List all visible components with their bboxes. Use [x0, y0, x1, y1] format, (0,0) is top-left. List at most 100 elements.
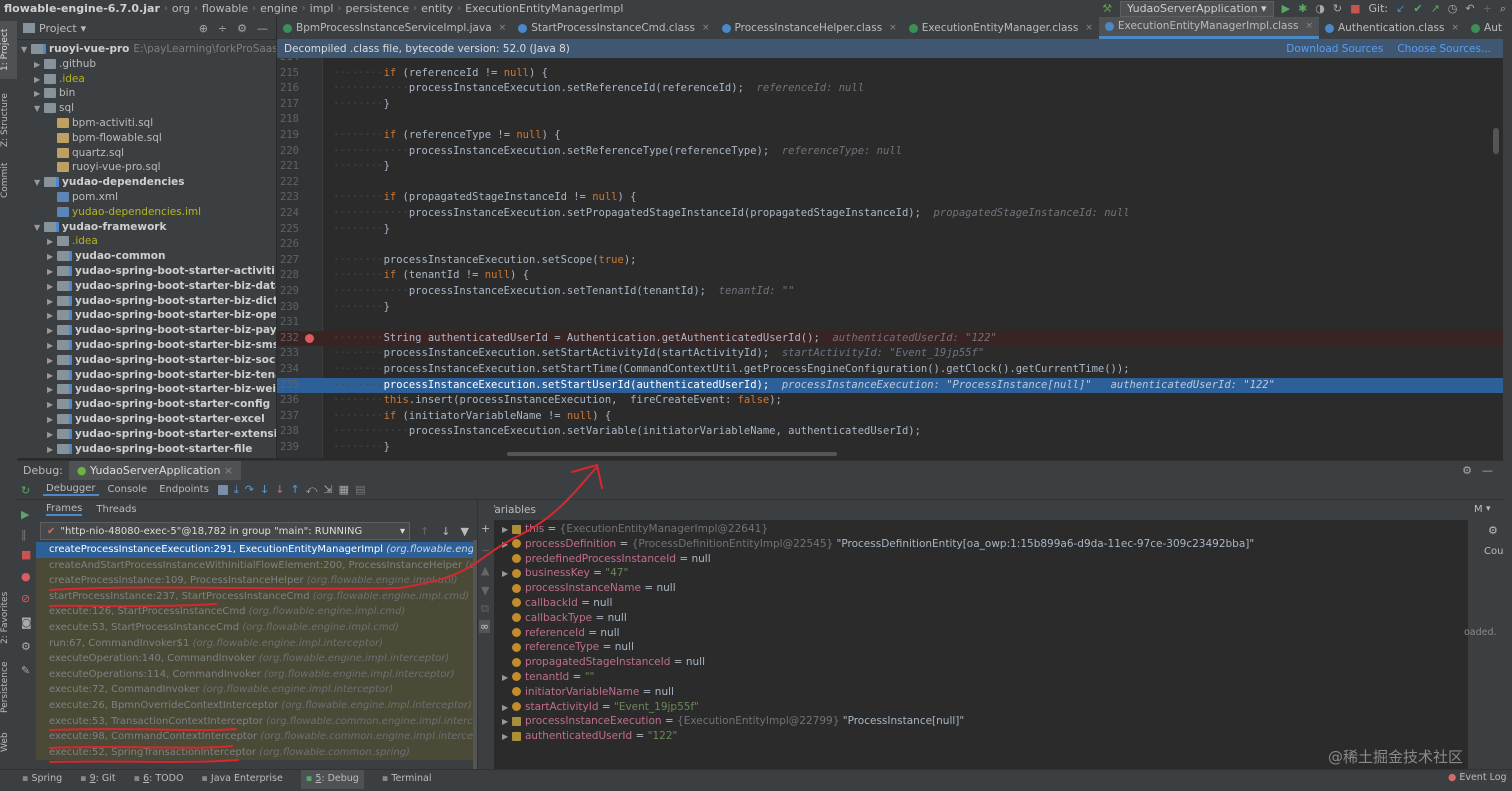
debug-session-tab[interactable]: ● YudaoServerApplication ×: [68, 461, 242, 480]
stack-frame[interactable]: execute:52, SpringTransactionInterceptor…: [36, 744, 477, 761]
code-editor[interactable]: 214 ···· 215 ········if (referenceId != nul…: [277, 58, 1503, 458]
bottom-tool-tab[interactable]: ▪ Java Enterprise: [201, 770, 282, 784]
settings-icon[interactable]: ⚙: [21, 640, 31, 653]
code-line[interactable]: 216 ············processInstanceExecution.…: [277, 81, 1503, 97]
variable-row[interactable]: propagatedStageInstanceId = null: [494, 655, 1468, 670]
expand-arrow-icon[interactable]: ▶: [47, 339, 57, 354]
code-line[interactable]: 238 ············processInstanceExecution.…: [277, 424, 1503, 440]
expand-arrow-icon[interactable]: ▶: [502, 671, 512, 686]
editor-tab[interactable]: StartProcessInstanceCmd.class ×: [512, 17, 715, 39]
project-tree-item[interactable]: ▶ bin: [17, 86, 276, 101]
project-tree-item[interactable]: ▶ yudao-spring-boot-starter-biz-data-perm…: [17, 279, 276, 294]
tab-threads[interactable]: Threads: [96, 504, 136, 515]
code-line[interactable]: 234 ········processInstanceExecution.setS…: [277, 362, 1503, 378]
project-tree-item[interactable]: ▶ .idea: [17, 72, 276, 87]
glasses-icon[interactable]: ∞: [479, 620, 491, 633]
editor-tab[interactable]: ExecutionEntityManager.class ×: [903, 17, 1099, 39]
expand-arrow-icon[interactable]: ▼: [34, 176, 44, 191]
expand-arrow-icon[interactable]: ▶: [47, 369, 57, 384]
code-line[interactable]: 221 ········}: [277, 159, 1503, 175]
stack-frame[interactable]: createProcessInstanceExecution:291, Exec…: [36, 542, 477, 558]
commit-tool-tab[interactable]: Commit: [0, 159, 17, 201]
code-line[interactable]: 214 ····: [277, 58, 1503, 66]
code-line[interactable]: 235 ········processInstanceExecution.setS…: [277, 377, 1503, 394]
run-icon[interactable]: ▶: [1282, 2, 1290, 15]
code-line[interactable]: 224 ············processInstanceExecution.…: [277, 206, 1503, 222]
stack-frame[interactable]: executeOperations:114, CommandInvoker (o…: [36, 666, 477, 683]
code-line[interactable]: 226: [277, 237, 1503, 253]
expand-arrow-icon[interactable]: ▶: [47, 443, 57, 458]
step-out-icon[interactable]: ↑: [290, 483, 299, 496]
project-tree-item[interactable]: bpm-flowable.sql: [17, 131, 276, 146]
view-breakpoints-icon[interactable]: ●: [21, 570, 31, 583]
search-everywhere-icon[interactable]: ⌕: [1500, 2, 1506, 16]
project-tree-item[interactable]: ▶ yudao-spring-boot-starter-activiti: [17, 264, 276, 279]
variable-row[interactable]: ▶ businessKey = "47": [494, 566, 1468, 581]
breadcrumb-item[interactable]: flowable: [198, 2, 252, 15]
mute-breakpoints-icon[interactable]: ⊘: [21, 592, 30, 605]
code-line[interactable]: 236 ········this.insert(processInstanceEx…: [277, 393, 1503, 409]
stack-frame[interactable]: execute:26, BpmnOverrideContextIntercept…: [36, 697, 477, 714]
bottom-tool-tab[interactable]: ▪ Terminal: [382, 770, 432, 784]
add-icon[interactable]: +: [1483, 2, 1492, 15]
code-line[interactable]: 237 ········if (initiatorVariableName != …: [277, 409, 1503, 425]
filter-icon[interactable]: ▼: [460, 525, 468, 538]
up-arrow-icon[interactable]: ↑: [420, 525, 429, 538]
breadcrumb-item[interactable]: org: [168, 2, 194, 15]
down-arrow-icon[interactable]: ↓: [441, 525, 450, 538]
project-tree-item[interactable]: ▶ .idea: [17, 234, 276, 249]
variable-row[interactable]: ▶ processDefinition = {ProcessDefinitionE…: [494, 537, 1468, 552]
stack-frame[interactable]: executeOperation:140, CommandInvoker (or…: [36, 651, 477, 667]
event-log-button[interactable]: ● Event Log: [1448, 772, 1507, 783]
expand-arrow-icon[interactable]: ▶: [34, 73, 44, 88]
hide-panel-icon[interactable]: —: [1482, 464, 1493, 477]
download-sources-link[interactable]: Download Sources: [1286, 43, 1383, 55]
breadcrumb-item[interactable]: flowable-engine-6.7.0.jar: [0, 2, 164, 15]
stack-frame[interactable]: createAndStartProcessInstanceWithInitial…: [36, 557, 477, 574]
code-line[interactable]: 218: [277, 112, 1503, 128]
project-tree-item[interactable]: ruoyi-vue-pro.sql: [17, 160, 276, 175]
profile-icon[interactable]: ↻: [1333, 2, 1342, 15]
expand-arrow-icon[interactable]: ▶: [47, 265, 57, 280]
variable-row[interactable]: referenceId = null: [494, 626, 1468, 641]
git-push-icon[interactable]: ↗: [1431, 2, 1440, 15]
variable-row[interactable]: ▶ tenantId = "": [494, 670, 1468, 685]
stack-frame[interactable]: run:67, CommandInvoker$1 (org.flowable.e…: [36, 635, 477, 652]
variable-row[interactable]: ▶ this = {ExecutionEntityManagerImpl@2264…: [494, 522, 1468, 537]
editor-tab[interactable]: ExecutionEntityManagerImpl.class ×: [1098, 17, 1319, 39]
show-execution-point-icon[interactable]: ⤓: [234, 483, 239, 497]
stop-icon[interactable]: ■: [21, 548, 31, 561]
expand-arrow-icon[interactable]: ▶: [47, 280, 57, 295]
down-arrow-icon[interactable]: ▼: [481, 584, 489, 597]
expand-arrow-icon[interactable]: ▶: [502, 715, 512, 730]
project-tree-item[interactable]: ▶ yudao-spring-boot-starter-biz-tenant: [17, 368, 276, 383]
expand-arrow-icon[interactable]: ▶: [47, 235, 57, 250]
variable-row[interactable]: processInstanceName = null: [494, 581, 1468, 596]
run-to-cursor-icon[interactable]: ⇲: [323, 483, 332, 496]
tab-frames[interactable]: Frames: [46, 503, 83, 516]
expand-arrow-icon[interactable]: ▶: [502, 523, 512, 538]
stop-icon[interactable]: ■: [1350, 2, 1360, 15]
breakpoint-icon[interactable]: [305, 333, 314, 343]
project-tree-item[interactable]: pom.xml: [17, 190, 276, 205]
close-icon[interactable]: ×: [1305, 17, 1313, 36]
gear-icon[interactable]: ⚙: [1488, 524, 1498, 537]
project-tree-item[interactable]: ▶ yudao-spring-boot-starter-biz-social: [17, 353, 276, 368]
gear-icon[interactable]: ⚙: [237, 22, 247, 35]
stack-frame[interactable]: createProcessInstance:109, ProcessInstan…: [36, 573, 477, 589]
code-line[interactable]: 231: [277, 315, 1503, 331]
variable-row[interactable]: callbackType = null: [494, 611, 1468, 626]
expand-arrow-icon[interactable]: ▶: [502, 567, 512, 582]
bottom-tool-tab[interactable]: ▪ 5: Debug: [300, 770, 364, 789]
persistence-tool-tab[interactable]: Persistence: [0, 657, 17, 717]
code-line[interactable]: 219 ········if (referenceType != null) {: [277, 128, 1503, 144]
project-tree-item[interactable]: ▶ yudao-spring-boot-starter-file: [17, 442, 276, 457]
project-tree-item[interactable]: ▶ yudao-spring-boot-starter-biz-operatelo…: [17, 308, 276, 323]
layout-icon[interactable]: [217, 484, 228, 495]
project-tree-item[interactable]: ▼ ruoyi-vue-pro E:\payLearning\forkProSaas…: [17, 42, 276, 57]
expand-arrow-icon[interactable]: ▶: [47, 250, 57, 265]
project-tree-item[interactable]: ▶ .github: [17, 57, 276, 72]
variable-row[interactable]: ▶ startActivityId = "Event_19jp55f": [494, 700, 1468, 715]
stack-frame[interactable]: startProcessInstance:237, StartProcessIn…: [36, 588, 477, 605]
project-tool-tab[interactable]: 1: Project: [0, 21, 17, 79]
